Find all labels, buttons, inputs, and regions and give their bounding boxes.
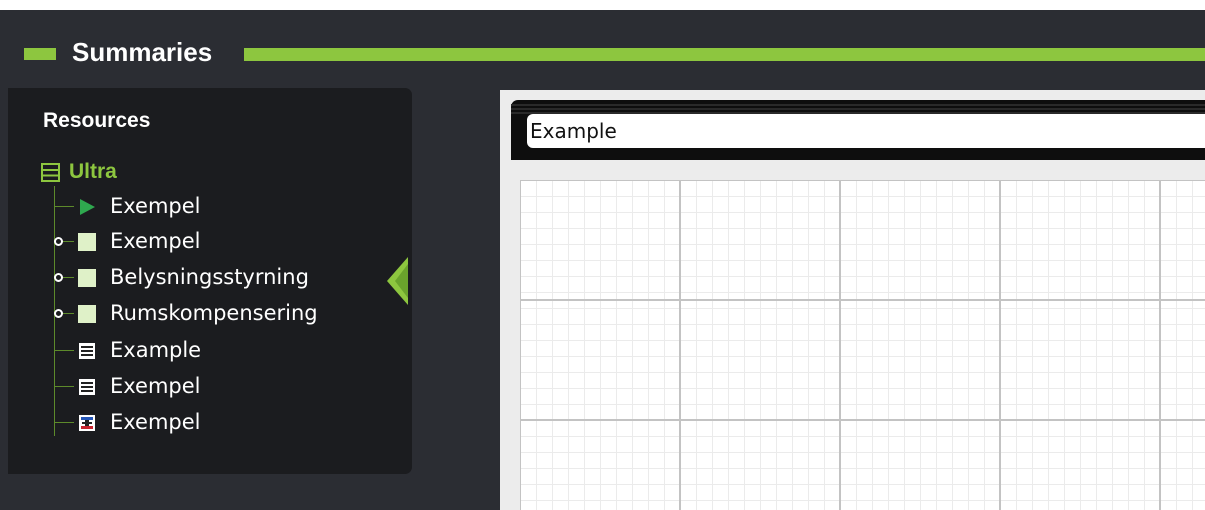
top-strip <box>0 0 1205 10</box>
tree-item-example[interactable]: Example <box>54 333 384 367</box>
header-accent-left <box>24 48 56 60</box>
header-stripe <box>511 104 1205 106</box>
header: Summaries <box>0 10 1205 76</box>
tree-item-label: Exempel <box>110 229 201 253</box>
tree-connector <box>54 386 74 387</box>
green-square-icon <box>78 233 96 251</box>
list-icon <box>41 162 60 182</box>
tree-item-label: Exempel <box>110 374 201 398</box>
tree-connector <box>54 206 74 207</box>
expand-knob-icon[interactable] <box>54 237 63 246</box>
tree-connector <box>54 350 74 351</box>
tree-item-exempel-component[interactable]: Exempel <box>54 405 384 439</box>
expand-knob-icon[interactable] <box>54 309 63 318</box>
tree-item-label: Rumskompensering <box>110 301 318 325</box>
resources-title: Resources <box>43 109 151 132</box>
component-icon <box>79 415 95 431</box>
resources-panel: Resources Ultra Exempel Exempel Belysnin… <box>8 88 412 474</box>
list-icon <box>79 343 95 359</box>
tree-item-exempel[interactable]: Exempel <box>54 224 384 258</box>
tree-item-label: Belysningsstyrning <box>110 265 309 289</box>
tree-connector <box>54 422 74 423</box>
tree-item-label: Exempel <box>110 194 201 218</box>
tree-item-exempel-list[interactable]: Exempel <box>54 369 384 403</box>
tree-item-label: Example <box>110 338 202 362</box>
green-square-icon <box>78 269 96 287</box>
play-icon <box>80 199 95 215</box>
tree-item-rumskompensering[interactable]: Rumskompensering <box>54 296 384 330</box>
header-stripe <box>511 108 1205 110</box>
header-accent-right <box>244 48 1205 61</box>
design-canvas-grid[interactable] <box>520 180 1205 510</box>
expand-knob-icon[interactable] <box>54 273 63 282</box>
tree-root-ultra[interactable]: Ultra <box>41 159 117 185</box>
editor-area <box>500 90 1205 510</box>
green-square-icon <box>78 305 96 323</box>
list-icon <box>79 379 95 395</box>
tree-root-label: Ultra <box>69 160 117 183</box>
tree-item-belysningsstyrning[interactable]: Belysningsstyrning <box>54 260 384 294</box>
summary-title-input[interactable] <box>527 114 1205 148</box>
page-title: Summaries <box>72 37 213 67</box>
collapse-left-arrow-icon[interactable] <box>386 256 410 306</box>
tree-item-exempel-play[interactable]: Exempel <box>54 189 384 223</box>
tree-item-label: Exempel <box>110 410 201 434</box>
